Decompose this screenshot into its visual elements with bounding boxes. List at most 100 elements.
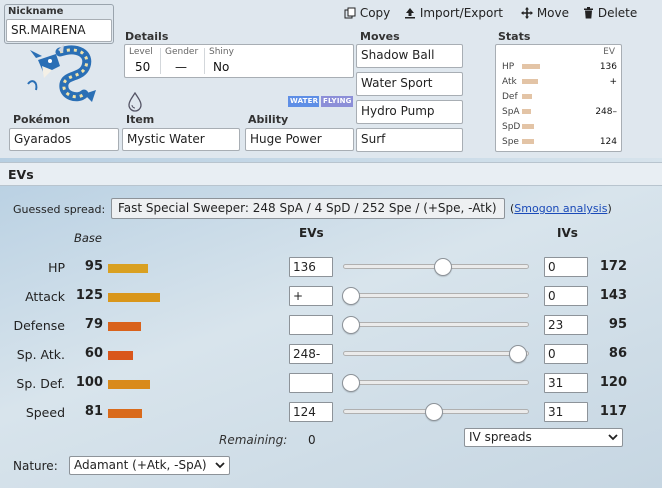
- ev-slider-track[interactable]: [343, 380, 529, 385]
- details-box[interactable]: Level 50 Gender — Shiny No: [124, 44, 354, 78]
- stat-name: Spe: [502, 137, 519, 147]
- base-stat-value: 60: [84, 346, 103, 361]
- copy-button[interactable]: Copy: [344, 6, 390, 20]
- level-value: 50: [135, 60, 151, 74]
- iv-input[interactable]: 0: [544, 344, 588, 364]
- stat-name-label: HP: [48, 260, 65, 275]
- base-stat-value: 125: [75, 288, 103, 303]
- guessed-spread-button[interactable]: Fast Special Sweeper: 248 SpA / 4 SpD / …: [111, 198, 505, 219]
- stat-total: 95: [608, 317, 627, 332]
- iv-input[interactable]: 23: [544, 315, 588, 335]
- evs-column-header: EVs: [299, 226, 324, 240]
- remaining-value: 0: [308, 433, 316, 447]
- moves-heading: Moves: [360, 30, 400, 43]
- stat-bar: [522, 124, 534, 129]
- ev-slider-track[interactable]: [343, 351, 529, 356]
- ivs-column-header: IVs: [557, 226, 578, 240]
- pokemon-input[interactable]: Gyarados: [9, 128, 119, 151]
- stat-ev: +: [609, 77, 617, 87]
- evs-header: EVs: [0, 162, 662, 186]
- import-export-button[interactable]: Import/Export: [404, 6, 503, 20]
- smogon-analysis: (Smogon analysis): [510, 202, 612, 215]
- iv-input[interactable]: 0: [544, 286, 588, 306]
- move-button[interactable]: Move: [521, 6, 569, 20]
- stat-row-spe: Spe 124: [496, 136, 621, 149]
- delete-button[interactable]: Delete: [583, 6, 637, 20]
- stat-name-label: Speed: [25, 405, 65, 420]
- move-4-input[interactable]: Surf: [356, 128, 463, 152]
- move-2-input[interactable]: Water Sport: [356, 72, 463, 96]
- ev-slider-thumb[interactable]: [342, 374, 360, 392]
- mystic-water-icon: [126, 91, 144, 115]
- guessed-spread-label: Guessed spread:: [13, 203, 106, 216]
- base-stat-bar: [108, 351, 133, 360]
- stat-total: 172: [599, 259, 627, 274]
- ev-slider-thumb[interactable]: [425, 403, 443, 421]
- ev-input[interactable]: [289, 373, 333, 393]
- iv-spreads-select[interactable]: IV spreads: [464, 428, 623, 447]
- chevron-down-icon: [608, 434, 618, 441]
- stats-heading: Stats: [498, 30, 531, 43]
- ev-slider-thumb[interactable]: [509, 345, 527, 363]
- stat-name-label: Attack: [25, 289, 65, 304]
- stats-summary[interactable]: EV HP 136 Atk + Def SpA 248– SpD Spe 124: [495, 44, 622, 152]
- stat-total: 143: [599, 288, 627, 303]
- ev-slider-track[interactable]: [343, 293, 529, 298]
- stat-bar: [522, 139, 534, 144]
- type-flying-badge: FLYING: [321, 96, 353, 107]
- stat-total: 120: [599, 375, 627, 390]
- base-stat-value: 95: [84, 259, 103, 274]
- ev-slider-track[interactable]: [343, 322, 529, 327]
- ev-input[interactable]: +: [289, 286, 333, 306]
- stat-ev: 248–: [595, 107, 617, 117]
- stat-bar: [522, 79, 538, 84]
- stat-row-spd: SpD: [496, 121, 621, 134]
- iv-spreads-value: IV spreads: [469, 430, 532, 444]
- nickname-input[interactable]: SR.MAIRENA: [6, 19, 112, 42]
- stat-row-hp: HP 136: [496, 61, 621, 74]
- nature-select[interactable]: Adamant (+Atk, -SpA): [69, 456, 230, 475]
- stat-name: SpD: [502, 122, 521, 132]
- stat-total: 86: [608, 346, 627, 361]
- stat-bar: [522, 109, 531, 114]
- nature-value: Adamant (+Atk, -SpA): [74, 458, 207, 472]
- base-stat-bar: [108, 380, 150, 389]
- nickname-label: Nickname: [8, 6, 64, 17]
- base-stat-value: 81: [84, 404, 103, 419]
- level-label: Level: [129, 47, 153, 57]
- iv-input[interactable]: 31: [544, 373, 588, 393]
- gender-label: Gender: [165, 47, 199, 57]
- stat-bar: [522, 94, 532, 99]
- ability-input[interactable]: Huge Power: [245, 128, 354, 151]
- details-heading: Details: [125, 30, 169, 43]
- chevron-down-icon: [215, 462, 225, 469]
- iv-input[interactable]: 31: [544, 402, 588, 422]
- gender-value: —: [175, 60, 187, 74]
- item-input[interactable]: Mystic Water: [122, 128, 240, 151]
- ev-input[interactable]: 136: [289, 257, 333, 277]
- move-1-input[interactable]: Shadow Ball: [356, 44, 463, 68]
- ev-input[interactable]: [289, 315, 333, 335]
- stat-bar: [522, 64, 540, 69]
- paren-close: ): [607, 202, 612, 215]
- ev-slider-thumb[interactable]: [342, 316, 360, 334]
- ev-slider-thumb[interactable]: [434, 258, 452, 276]
- ev-slider-thumb[interactable]: [342, 287, 360, 305]
- smogon-analysis-link[interactable]: Smogon analysis: [514, 202, 607, 215]
- stat-ev: 124: [599, 137, 617, 147]
- import-export-label: Import/Export: [419, 6, 503, 20]
- pokemon-set-panel: Nickname SR.MAIRENA Copy Import/Export M…: [0, 0, 662, 158]
- ev-input[interactable]: 124: [289, 402, 333, 422]
- copy-icon: [344, 7, 356, 19]
- move-3-input[interactable]: Hydro Pump: [356, 100, 463, 124]
- type-water-badge: WATER: [288, 96, 319, 107]
- stat-name-label: Sp. Atk.: [16, 347, 65, 362]
- base-stat-bar: [108, 322, 141, 331]
- pokemon-sprite: [8, 44, 118, 114]
- move-icon: [521, 7, 533, 19]
- base-stat-value: 79: [84, 317, 103, 332]
- ev-input[interactable]: 248-: [289, 344, 333, 364]
- shiny-field: Shiny No: [205, 45, 265, 77]
- base-stat-bar: [108, 293, 160, 302]
- iv-input[interactable]: 0: [544, 257, 588, 277]
